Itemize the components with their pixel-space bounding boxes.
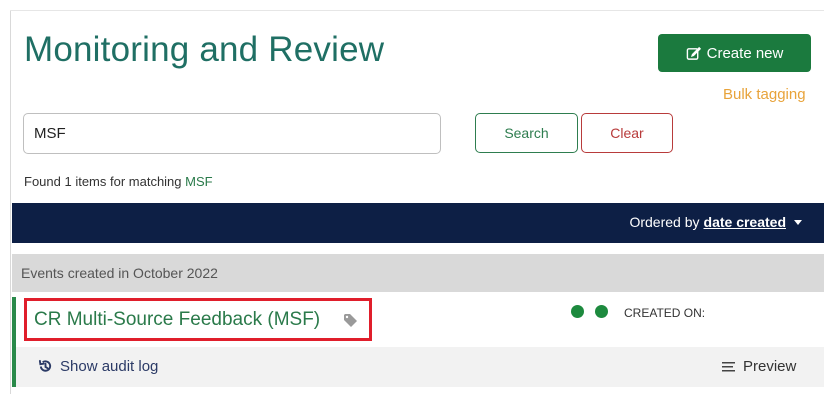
status-dot: [571, 305, 584, 318]
panel-border: [10, 10, 11, 394]
page-title: Monitoring and Review: [24, 30, 385, 69]
search-result-summary: Found 1 items for matching MSF: [24, 174, 213, 189]
preview-label: Preview: [743, 358, 797, 375]
audit-log-label: Show audit log: [60, 358, 159, 375]
order-bar: Ordered by date created: [12, 203, 824, 243]
created-on-label: CREATED ON:: [624, 306, 706, 320]
list-icon: [722, 361, 735, 371]
tag-icon[interactable]: [343, 313, 359, 329]
panel-border-top: [10, 10, 824, 11]
search-button[interactable]: Search: [475, 113, 578, 153]
edit-icon: [686, 46, 701, 60]
caret-down-icon[interactable]: [794, 219, 802, 225]
clear-button[interactable]: Clear: [581, 113, 673, 153]
create-new-button[interactable]: Create new: [658, 34, 811, 72]
result-term: MSF: [185, 174, 213, 189]
bulk-tagging-link[interactable]: Bulk tagging: [723, 86, 806, 103]
group-header: Events created in October 2022: [12, 254, 824, 292]
history-icon: [38, 359, 52, 372]
create-new-label: Create new: [706, 44, 784, 62]
group-label: Events created in October 2022: [21, 265, 218, 281]
order-prefix: Ordered by: [629, 214, 700, 230]
result-prefix: Found 1 items for matching: [24, 174, 182, 189]
preview-link[interactable]: Preview: [722, 358, 796, 375]
event-title-link[interactable]: CR Multi-Source Feedback (MSF): [34, 309, 320, 331]
page: Monitoring and Review Create new Bulk ta…: [0, 0, 824, 394]
order-field-dropdown[interactable]: date created: [704, 214, 786, 230]
search-input[interactable]: [23, 113, 441, 154]
status-dot: [595, 305, 608, 318]
order-control: Ordered by date created: [629, 214, 802, 230]
show-audit-log-link[interactable]: Show audit log: [38, 358, 158, 375]
